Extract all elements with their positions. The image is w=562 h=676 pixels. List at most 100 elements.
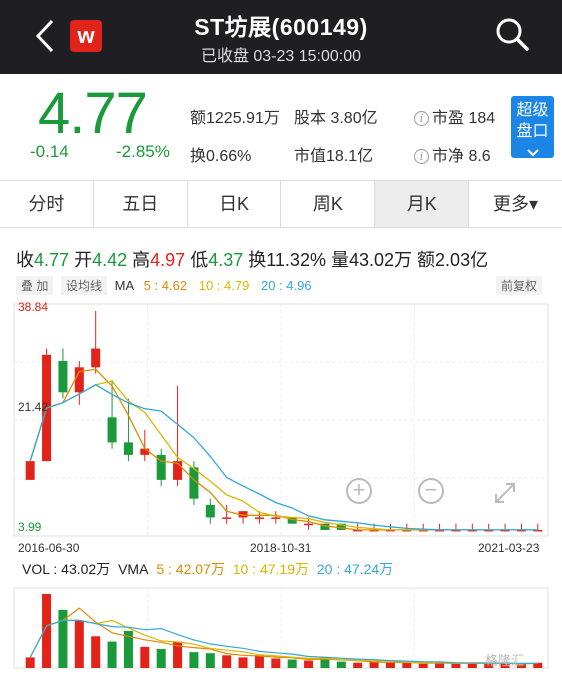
quote-panel: 4.77 -0.14 -2.85% 额1225.91万 股本 3.80亿 i 市盈…	[0, 74, 562, 180]
volume-bar	[189, 652, 199, 668]
turnover-stat: 换0.66%	[190, 148, 252, 165]
overlay-button[interactable]: 叠 加	[16, 276, 54, 295]
volume-bar	[74, 620, 84, 668]
close-value: 4.77	[34, 250, 70, 270]
volume-bar	[156, 648, 166, 668]
vma5-value: 5 : 42.07万	[156, 561, 225, 577]
candle-body	[107, 417, 117, 443]
kline-chart[interactable]	[0, 296, 562, 676]
candle-body	[254, 517, 264, 519]
tab-3[interactable]: 周K	[281, 181, 376, 227]
candle-body	[271, 517, 281, 519]
volume-bar	[25, 657, 35, 668]
tab-4[interactable]: 月K	[375, 181, 470, 227]
ma5-value: 5 : 4.62	[143, 278, 188, 293]
end-date-label: 2021-03-23	[478, 541, 540, 555]
turnover-key: 换	[248, 250, 267, 270]
vma5-line	[29, 607, 538, 665]
volume-bar	[205, 653, 215, 668]
search-icon[interactable]	[494, 16, 530, 52]
set-ma-button[interactable]: 设均线	[60, 276, 107, 295]
volume-bar	[418, 663, 428, 668]
tab-0[interactable]: 分时	[0, 181, 94, 227]
turnover-value: 11.32%	[266, 250, 326, 270]
tab-2[interactable]: 日K	[188, 181, 282, 227]
mid-date-label: 2018-10-31	[250, 541, 312, 555]
candle-body	[205, 504, 215, 518]
candle-body	[304, 523, 314, 526]
mid-price-label: 21.42	[18, 400, 49, 414]
candle-body	[123, 442, 133, 455]
info-icon: i	[414, 111, 429, 126]
pe-stat[interactable]: i 市盈 184	[414, 104, 495, 128]
volume-bar	[336, 661, 346, 668]
fullscreen-icon[interactable]	[490, 478, 520, 508]
super-label-1: 超级	[516, 102, 549, 119]
super-label-2: 盘口	[516, 123, 549, 140]
pb-label: 市净 8.6	[432, 148, 491, 165]
pb-stat[interactable]: i 市净 8.6	[414, 142, 491, 166]
volume-key: 量	[330, 250, 349, 270]
open-key: 开	[74, 250, 93, 270]
volume-bar	[304, 660, 314, 668]
kline-info-row: 收4.77 开4.42 高4.97 低4.37 换11.32% 量43.02万 …	[16, 246, 488, 272]
volume-bar	[238, 657, 248, 668]
ma-label: MA	[114, 278, 135, 293]
volume-value: 43.02万	[348, 250, 413, 270]
vma10-value: 10 : 47.19万	[232, 561, 309, 577]
candle-body	[25, 461, 35, 480]
volume-bar	[271, 658, 281, 668]
candle-body	[222, 517, 232, 519]
vma20-value: 20 : 47.24万	[316, 561, 394, 577]
candle-body	[58, 361, 68, 393]
top-bar: w ST坊展(600149) 已收盘 03-23 15:00:00	[0, 0, 562, 74]
volume-bar	[107, 641, 117, 668]
pe-label: 市盈 184	[432, 110, 496, 127]
zoom-out-icon[interactable]: −	[418, 478, 444, 504]
start-date-label: 2016-06-30	[18, 541, 80, 555]
volume-row: VOL : 43.02万 VMA 5 : 42.07万 10 : 47.19万 …	[22, 559, 397, 579]
ma10-value: 10 : 4.79	[198, 278, 250, 293]
volume-bar	[402, 662, 412, 668]
zoom-in-icon[interactable]: +	[346, 478, 372, 504]
candle-body	[91, 348, 101, 368]
period-tabs: 分时 五日 日K 周K 月K 更多▾	[0, 180, 562, 228]
info-icon: i	[414, 149, 429, 164]
high-value: 4.97	[150, 250, 186, 270]
amount-value: 2.03亿	[435, 250, 489, 270]
volume-bar	[451, 663, 461, 668]
vol-value: VOL : 43.02万	[22, 561, 111, 577]
vma-label: VMA	[118, 561, 149, 577]
tab-1[interactable]: 五日	[94, 181, 188, 227]
low-value: 4.37	[208, 250, 244, 270]
volume-bar	[385, 662, 395, 668]
price-change: -0.14	[30, 142, 69, 161]
min-price-label: 3.99	[18, 520, 42, 534]
market-status: 已收盘 03-23 15:00:00	[200, 48, 362, 65]
ma10-line	[29, 380, 538, 531]
volume-bar	[287, 659, 297, 668]
chevron-down-icon	[526, 149, 539, 157]
share-capital-stat: 股本 3.80亿	[294, 110, 378, 127]
super-orderbook-button[interactable]: 超级 盘口	[511, 96, 554, 158]
high-key: 高	[132, 250, 151, 270]
max-price-label: 38.84	[18, 300, 49, 314]
tab-5[interactable]: 更多▾	[469, 181, 562, 227]
market-cap-stat: 市值18.1亿	[294, 148, 374, 165]
watermark: 格隆汇	[485, 653, 525, 668]
amount-stat: 额1225.91万	[190, 110, 280, 127]
amount-key: 额	[417, 250, 436, 270]
volume-bar	[91, 636, 101, 668]
stock-title: ST坊展(600149)	[194, 14, 368, 40]
adjust-button[interactable]: 前复权	[495, 276, 542, 295]
volume-bar	[254, 655, 264, 668]
volume-bar	[353, 662, 363, 668]
volume-bar	[140, 646, 150, 668]
last-price: 4.77	[38, 81, 148, 146]
low-key: 低	[190, 250, 209, 270]
open-value: 4.42	[92, 250, 128, 270]
price-change-pct: -2.85%	[116, 142, 170, 161]
volume-bar	[222, 655, 232, 668]
vma10-line	[29, 619, 538, 665]
ma-row: 叠 加 设均线 MA 5 : 4.62 10 : 4.79 20 : 4.96 …	[16, 276, 546, 296]
